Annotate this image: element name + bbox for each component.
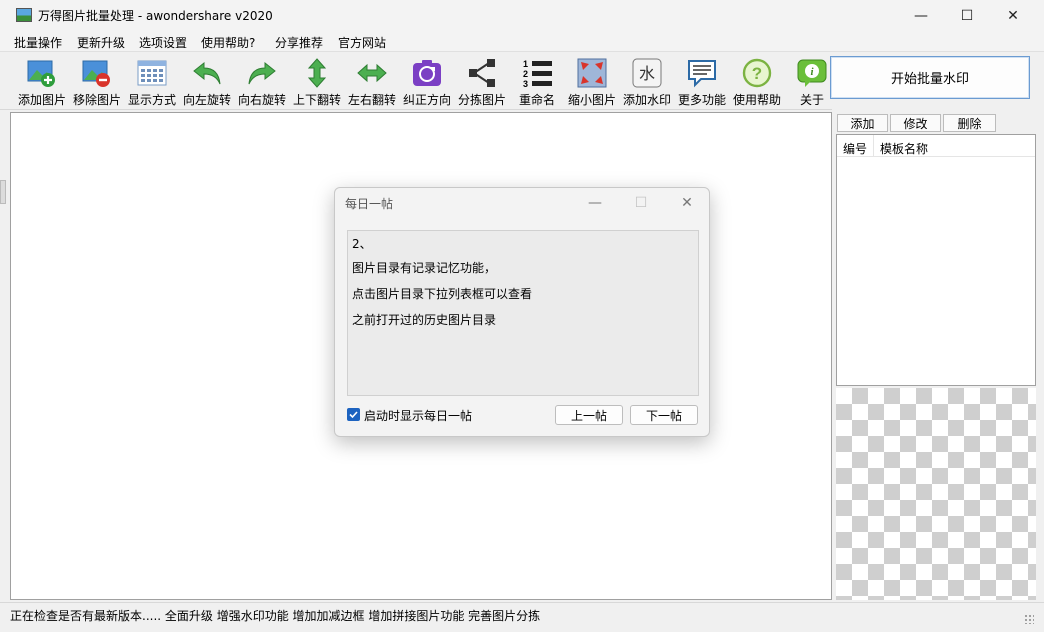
template-list-header: 编号 模板名称 — [837, 135, 1035, 157]
maximize-button[interactable]: ☐ — [944, 0, 990, 31]
window-title: 万得图片批量处理 - awondershare v2020 — [38, 9, 273, 23]
title-bar: 万得图片批量处理 - awondershare v2020 — ☐ ✕ — [0, 0, 1044, 31]
help-button[interactable]: ? 使用帮助 — [729, 54, 785, 108]
dialog-maximize-button: ☐ — [634, 195, 648, 211]
flip-horizontal-button[interactable]: 左右翻转 — [344, 54, 400, 108]
menu-help[interactable]: 使用帮助? — [201, 34, 255, 51]
show-on-startup-label[interactable]: 启动时显示每日一帖 — [364, 407, 472, 424]
help-icon: ? — [741, 57, 773, 89]
tip-content: 2、 图片目录有记录记忆功能， 点击图片目录下拉列表框可以查看 之前打开过的历史… — [347, 230, 699, 396]
template-add-button[interactable]: 添加 — [837, 114, 888, 132]
dialog-title: 每日一帖 — [345, 197, 394, 211]
dialog-close-button[interactable]: ✕ — [665, 188, 709, 218]
start-batch-watermark-button[interactable]: 开始批量水印 — [830, 56, 1030, 99]
shrink-image-button[interactable]: 缩小图片 — [564, 54, 620, 108]
column-header-template-name[interactable]: 模板名称 — [880, 140, 928, 157]
menu-update[interactable]: 更新升级 — [77, 34, 125, 51]
minimize-button[interactable]: — — [898, 0, 944, 31]
display-mode-button[interactable]: 显示方式 — [124, 54, 180, 108]
app-icon — [16, 8, 32, 22]
remove-image-icon — [81, 57, 113, 89]
template-delete-button[interactable]: 删除 — [943, 114, 996, 132]
more-features-button[interactable]: 更多功能 — [674, 54, 730, 108]
remove-image-button[interactable]: 移除图片 — [69, 54, 125, 108]
previous-tip-button[interactable]: 上一帖 — [555, 405, 623, 425]
rotate-right-button[interactable]: 向右旋转 — [234, 54, 290, 108]
shrink-image-icon — [576, 57, 608, 89]
toolbar: 添加图片 移除图片 显示方式 向左旋转 向右旋转 上下翻转 左右翻转 纠正方向 … — [0, 52, 832, 110]
rename-icon: 1 2 3 — [521, 57, 553, 89]
flip-horizontal-icon — [356, 57, 388, 89]
tip-line: 图片目录有记录记忆功能， — [352, 261, 497, 275]
more-features-icon — [686, 57, 718, 89]
menu-share[interactable]: 分享推荐 — [275, 34, 323, 51]
sort-images-button[interactable]: 分拣图片 — [454, 54, 510, 108]
flip-vertical-button[interactable]: 上下翻转 — [289, 54, 345, 108]
menu-options[interactable]: 选项设置 — [139, 34, 187, 51]
menu-bar: 批量操作 更新升级 选项设置 使用帮助? 分享推荐 官方网站 — [0, 31, 1044, 52]
add-image-button[interactable]: 添加图片 — [14, 54, 70, 108]
svg-text:?: ? — [752, 64, 762, 83]
status-text: 正在检查是否有最新版本..... 全面升级 增强水印功能 增加加减边框 增加拼接… — [10, 609, 541, 623]
watermark-preview — [836, 388, 1036, 600]
flip-vertical-icon — [301, 57, 333, 89]
template-edit-button[interactable]: 修改 — [890, 114, 941, 132]
add-watermark-icon: 水 — [631, 57, 663, 89]
next-tip-button[interactable]: 下一帖 — [630, 405, 698, 425]
correct-orientation-button[interactable]: 纠正方向 — [399, 54, 455, 108]
svg-text:3: 3 — [523, 79, 528, 89]
resize-grip-icon[interactable] — [1024, 614, 1034, 624]
rename-button[interactable]: 1 2 3 重命名 — [509, 54, 565, 108]
rotate-right-icon — [246, 57, 278, 89]
about-icon: i — [796, 57, 828, 89]
rotate-left-button[interactable]: 向左旋转 — [179, 54, 235, 108]
status-bar: 正在检查是否有最新版本..... 全面升级 增强水印功能 增加加减边框 增加拼接… — [0, 602, 1044, 632]
tip-line: 2、 — [352, 237, 372, 251]
tip-line: 点击图片目录下拉列表框可以查看 — [352, 287, 533, 301]
show-on-startup-checkbox[interactable] — [347, 408, 360, 421]
daily-tip-dialog: 每日一帖 — ☐ ✕ 2、 图片目录有记录记忆功能， 点击图片目录下拉列表框可以… — [334, 187, 710, 437]
svg-text:2: 2 — [523, 69, 528, 79]
menu-website[interactable]: 官方网站 — [338, 34, 386, 51]
svg-text:1: 1 — [523, 59, 528, 69]
add-watermark-button[interactable]: 水 添加水印 — [619, 54, 675, 108]
display-mode-icon — [136, 57, 168, 89]
left-edge-handle[interactable] — [0, 180, 9, 260]
sort-images-icon — [466, 57, 498, 89]
template-list[interactable]: 编号 模板名称 — [836, 134, 1036, 386]
tip-line: 之前打开过的历史图片目录 — [352, 313, 497, 327]
correct-orientation-icon — [411, 57, 443, 89]
checkmark-icon — [349, 411, 358, 419]
svg-text:水: 水 — [639, 64, 655, 83]
dialog-minimize-button[interactable]: — — [573, 188, 617, 218]
rotate-left-icon — [191, 57, 223, 89]
close-button[interactable]: ✕ — [990, 0, 1036, 31]
column-header-number[interactable]: 编号 — [843, 140, 867, 157]
menu-batch-ops[interactable]: 批量操作 — [14, 34, 62, 51]
add-image-icon — [26, 57, 58, 89]
